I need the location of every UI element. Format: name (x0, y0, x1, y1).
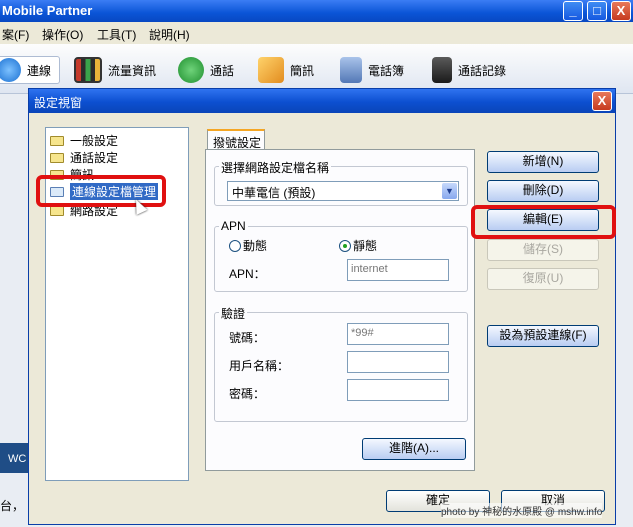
username-input[interactable] (347, 351, 449, 373)
apn-dynamic-radio[interactable]: 動態 (229, 237, 267, 254)
folder-icon (50, 135, 64, 146)
tab-panel-dial-settings: 選擇網路設定檔名稱 中華電信 (預設) ▼ APN 動態 靜態 APN： int… (205, 149, 475, 471)
toolbar-phonebook-label: 電話簿 (368, 63, 405, 78)
apn-group: APN 動態 靜態 APN： internet (214, 219, 468, 292)
app-close-button[interactable]: X (611, 1, 631, 21)
phone-icon (178, 57, 204, 83)
password-field-label: 密碼： (229, 387, 266, 401)
toolbar-call-log-label: 通話記錄 (458, 63, 507, 78)
save-button[interactable]: 儲存(S) (487, 239, 599, 261)
apn-dynamic-label: 動態 (243, 239, 268, 253)
menu-operate[interactable]: 操作(O) (42, 26, 83, 43)
delete-button[interactable]: 刪除(D) (487, 180, 599, 202)
dialog-close-button[interactable]: X (592, 91, 612, 111)
menu-help[interactable]: 說明(H) (149, 26, 190, 43)
background-text: 台， (0, 499, 25, 513)
menu-bar: 案(F) 操作(O) 工具(T) 說明(H) (0, 22, 633, 44)
tab-dial-settings[interactable]: 撥號設定 (207, 129, 265, 150)
username-field-label: 用戶名稱： (229, 359, 290, 373)
restore-button[interactable]: 復原(U) (487, 268, 599, 290)
photo-credit: photo by 神秘的水原殿 @ mshw.info (441, 503, 603, 518)
edit-highlight-annotation (471, 205, 616, 239)
contacts-icon (340, 57, 362, 83)
background-strip: WC (0, 443, 30, 473)
auth-group: 驗證 號碼： *99# 用戶名稱： 密碼： (214, 305, 468, 422)
main-toolbar: 連線 流量資訊 通話 簡訊 電話簿 通話記錄 (0, 44, 633, 94)
app-title: Mobile Partner (2, 3, 93, 18)
set-default-button[interactable]: 設為預設連線(F) (487, 325, 599, 347)
apn-input[interactable]: internet (347, 259, 449, 281)
tree-item-general[interactable]: 一般設定 (50, 132, 118, 149)
folder-icon (50, 205, 64, 216)
traffic-chart-icon (74, 57, 102, 83)
menu-file[interactable]: 案(F) (2, 26, 29, 43)
toolbar-phonebook[interactable]: 電話簿 (340, 56, 404, 84)
profile-group-label: 選擇網路設定檔名稱 (219, 159, 332, 176)
toolbar-sms[interactable]: 簡訊 (258, 56, 314, 84)
apn-field-label: APN： (229, 267, 266, 281)
apn-static-label: 靜態 (353, 239, 378, 253)
apn-static-radio[interactable]: 靜態 (339, 237, 377, 254)
profile-select[interactable]: 中華電信 (預設) ▼ (227, 181, 459, 201)
minimize-button[interactable]: _ (563, 1, 583, 21)
toolbar-connect[interactable]: 連線 (0, 56, 60, 84)
envelope-icon (258, 57, 284, 83)
folder-icon (50, 152, 64, 163)
number-field-label: 號碼： (229, 331, 266, 345)
connect-icon (0, 58, 21, 82)
profile-select-value: 中華電信 (預設) (232, 186, 316, 200)
new-button[interactable]: 新增(N) (487, 151, 599, 173)
toolbar-traffic-label: 流量資訊 (108, 63, 157, 78)
apn-group-label: APN (219, 219, 248, 233)
toolbar-call[interactable]: 通話 (178, 56, 234, 84)
radio-checked-icon (339, 239, 351, 252)
tree-highlight-annotation (36, 175, 166, 207)
dialog-title-bar[interactable]: 設定視窗 X (29, 89, 615, 113)
chevron-down-icon[interactable]: ▼ (442, 183, 457, 199)
profile-group: 選擇網路設定檔名稱 中華電信 (預設) ▼ (214, 159, 468, 206)
radio-unchecked-icon (229, 239, 241, 252)
tree-item-label: 通話設定 (70, 151, 119, 165)
toolbar-sms-label: 簡訊 (290, 63, 315, 78)
app-title-bar: Mobile Partner _ □ X (0, 0, 633, 22)
tree-item-label: 一般設定 (70, 134, 119, 148)
toolbar-traffic[interactable]: 流量資訊 (74, 56, 156, 84)
maximize-button[interactable]: □ (587, 1, 607, 21)
password-input[interactable] (347, 379, 449, 401)
toolbar-call-label: 通話 (210, 63, 235, 78)
number-input[interactable]: *99# (347, 323, 449, 345)
call-log-icon (432, 57, 452, 83)
toolbar-call-log[interactable]: 通話記錄 (432, 56, 506, 84)
advanced-button[interactable]: 進階(A)... (362, 438, 466, 460)
toolbar-connect-label: 連線 (27, 63, 52, 78)
menu-tools[interactable]: 工具(T) (97, 26, 136, 43)
dialog-title: 設定視窗 (34, 96, 83, 110)
auth-group-label: 驗證 (219, 305, 248, 322)
settings-dialog: 設定視窗 X 一般設定 通話設定 簡訊 連線設定檔管理 網路設定 撥號設定 選擇… (28, 88, 616, 525)
tree-item-call[interactable]: 通話設定 (50, 149, 118, 166)
